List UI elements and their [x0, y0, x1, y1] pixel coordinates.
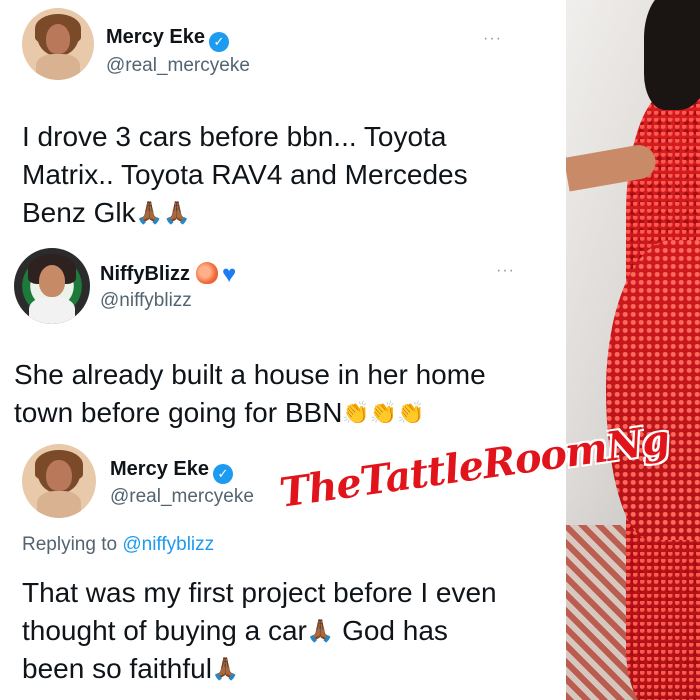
tweet-author-name[interactable]: NiffyBlizz ♥ [100, 261, 237, 288]
tweet-text: I drove 3 cars before bbn... Toyota Matr… [22, 121, 468, 228]
clapping-hands-emoji-icon: 👏 [369, 400, 398, 425]
avatar-niffyblizz[interactable] [14, 248, 90, 324]
clapping-hands-emoji-icon: 👏 [397, 400, 425, 425]
photo-hair [644, 0, 700, 110]
background-photo [566, 0, 700, 700]
tweet-text: She already built a house in her home to… [14, 359, 486, 428]
tweet-column: Mercy Eke ✓ @real_mercyeke ··· I drove 3 … [0, 0, 566, 700]
avatar-mercy-eke[interactable] [22, 444, 96, 518]
more-options-icon[interactable]: ··· [496, 262, 515, 280]
tweet-text: That was my first project before I even … [22, 577, 497, 684]
folded-hands-emoji-icon: 🙏🏾 [163, 200, 191, 225]
tweet-author-handle[interactable]: @real_mercyeke [106, 55, 250, 77]
verified-badge-icon: ✓ [208, 32, 229, 52]
more-options-icon[interactable]: ··· [483, 30, 502, 48]
folded-hands-emoji-icon: 🙏🏾 [211, 656, 240, 681]
verified-badge-icon: ✓ [212, 464, 233, 484]
tweet-author-handle[interactable]: @real_mercyeke [110, 486, 254, 508]
tweet-author-name[interactable]: Mercy Eke ✓ [106, 26, 229, 52]
blue-heart-emoji-icon: ♥ [222, 261, 237, 288]
folded-hands-emoji-icon: 🙏🏾 [306, 618, 335, 643]
clapping-hands-emoji-icon: 👏 [342, 400, 370, 425]
avatar-mercy-eke[interactable] [22, 8, 94, 80]
mention-link[interactable]: @niffyblizz [122, 534, 214, 555]
tweet-author-handle[interactable]: @niffyblizz [100, 290, 192, 312]
replying-to-label: Replying to @niffyblizz [22, 534, 215, 555]
tweet-author-name[interactable]: Mercy Eke ✓ [110, 458, 233, 484]
peach-emoji-icon [196, 262, 218, 284]
folded-hands-emoji-icon: 🙏🏾 [135, 200, 164, 225]
